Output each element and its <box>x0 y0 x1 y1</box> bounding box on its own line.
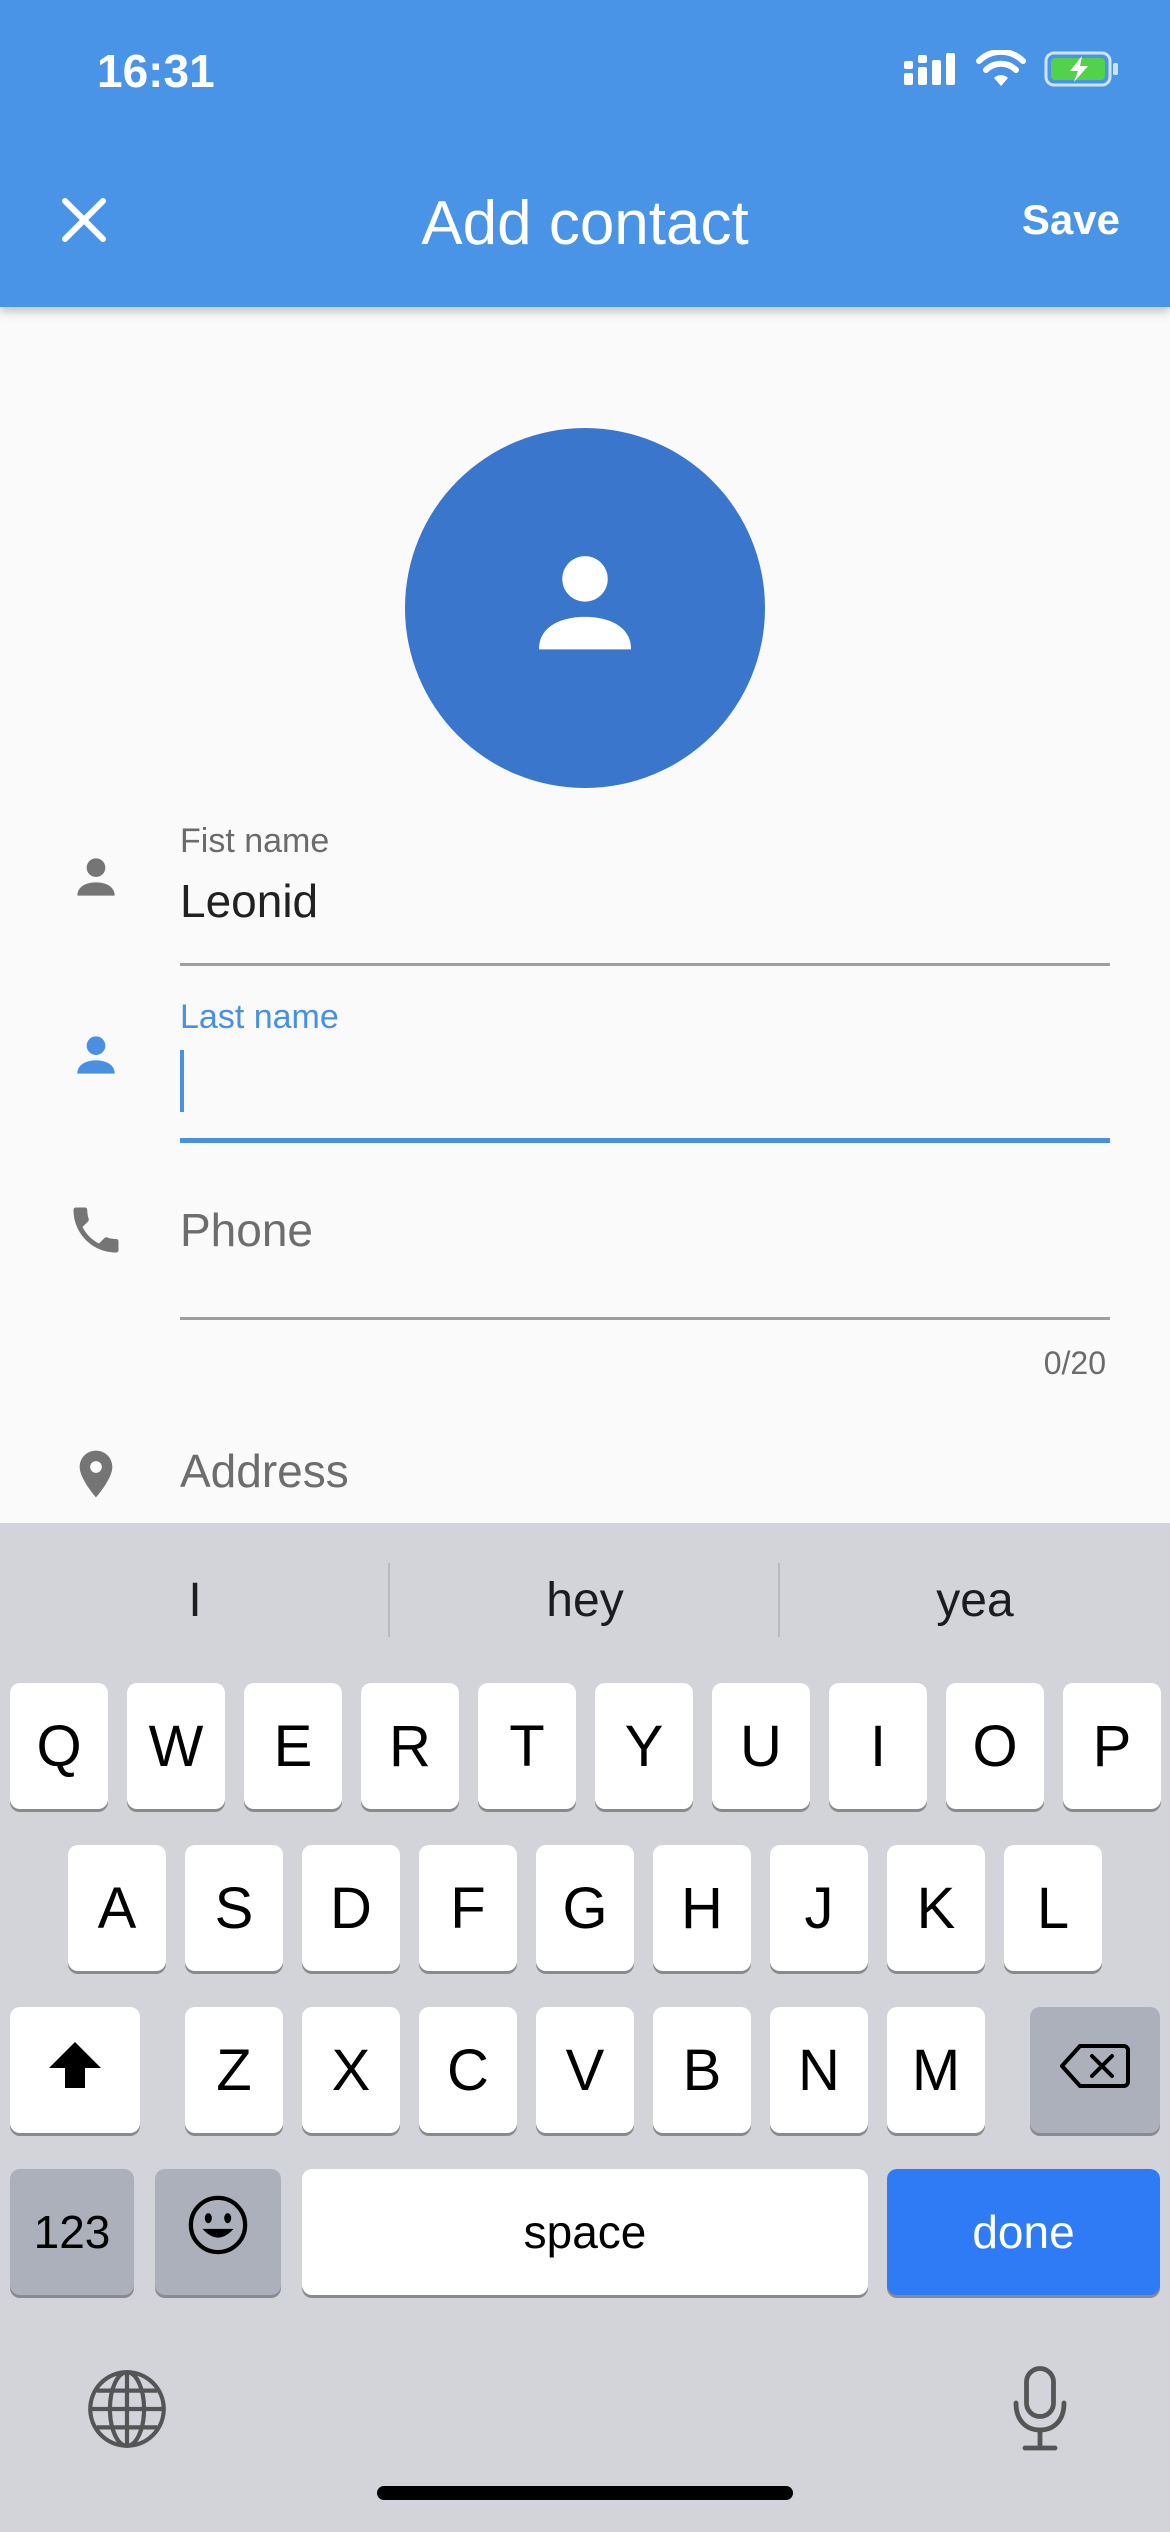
phone-icon <box>64 1198 128 1262</box>
app-bar: 16:31 Add contact Save <box>0 0 1170 307</box>
microphone-icon <box>1010 2364 1070 2459</box>
status-icons <box>902 48 1120 93</box>
key-n[interactable]: N <box>770 2007 868 2133</box>
backspace-icon <box>1060 2037 1130 2104</box>
key-f[interactable]: F <box>419 1845 517 1971</box>
first-name-input[interactable]: Leonid <box>180 874 318 928</box>
key-v[interactable]: V <box>536 2007 634 2133</box>
signal-icon <box>902 51 958 92</box>
suggestion-1[interactable]: I <box>0 1573 390 1628</box>
key-z[interactable]: Z <box>185 2007 283 2133</box>
wifi-icon <box>976 48 1026 93</box>
location-pin-icon <box>64 1442 128 1506</box>
key-m[interactable]: M <box>887 2007 985 2133</box>
emoji-icon <box>187 2194 249 2270</box>
suggestion-2[interactable]: hey <box>390 1573 780 1628</box>
key-t[interactable]: T <box>478 1683 576 1809</box>
save-button[interactable]: Save <box>1022 196 1120 244</box>
key-b[interactable]: B <box>653 2007 751 2133</box>
avatar[interactable] <box>405 428 765 788</box>
page-title: Add contact <box>421 189 749 258</box>
backspace-key[interactable] <box>1030 2007 1160 2133</box>
address-input[interactable]: Address <box>180 1444 349 1498</box>
key-g[interactable]: G <box>536 1845 634 1971</box>
key-o[interactable]: O <box>946 1683 1044 1809</box>
key-s[interactable]: S <box>185 1845 283 1971</box>
globe-icon <box>85 2367 169 2456</box>
suggestion-3[interactable]: yea <box>780 1573 1170 1628</box>
globe-button[interactable] <box>82 2366 172 2456</box>
space-key[interactable]: space <box>302 2169 868 2295</box>
key-a[interactable]: A <box>68 1845 166 1971</box>
key-r[interactable]: R <box>361 1683 459 1809</box>
phone-char-counter: 0/20 <box>1043 1345 1106 1381</box>
key-k[interactable]: K <box>887 1845 985 1971</box>
key-u[interactable]: U <box>712 1683 810 1809</box>
key-h[interactable]: H <box>653 1845 751 1971</box>
key-x[interactable]: X <box>302 2007 400 2133</box>
key-d[interactable]: D <box>302 1845 400 1971</box>
key-q[interactable]: Q <box>10 1683 108 1809</box>
key-j[interactable]: J <box>770 1845 868 1971</box>
home-indicator[interactable] <box>377 2486 793 2500</box>
keyboard: I hey yea Q W E R T Y U I O P A S D F G … <box>0 1523 1170 2532</box>
done-key[interactable]: done <box>887 2169 1160 2295</box>
emoji-key[interactable] <box>155 2169 281 2295</box>
key-w[interactable]: W <box>127 1683 225 1809</box>
last-name-label: Last name <box>180 998 339 1036</box>
first-name-person-icon <box>64 845 128 909</box>
shift-icon <box>47 2037 103 2104</box>
text-caret <box>180 1050 184 1112</box>
key-e[interactable]: E <box>244 1683 342 1809</box>
first-name-underline <box>180 963 1110 966</box>
key-l[interactable]: L <box>1004 1845 1102 1971</box>
battery-charging-icon <box>1044 50 1120 93</box>
last-name-underline <box>180 1138 1110 1143</box>
key-y[interactable]: Y <box>595 1683 693 1809</box>
key-i[interactable]: I <box>829 1683 927 1809</box>
phone-underline <box>180 1317 1110 1320</box>
first-name-label: Fist name <box>180 822 330 860</box>
microphone-button[interactable] <box>995 2363 1085 2459</box>
key-p[interactable]: P <box>1063 1683 1161 1809</box>
numbers-key[interactable]: 123 <box>10 2169 134 2295</box>
key-c[interactable]: C <box>419 2007 517 2133</box>
shift-key[interactable] <box>10 2007 140 2133</box>
last-name-person-icon <box>64 1023 128 1087</box>
phone-input[interactable]: Phone <box>180 1203 313 1257</box>
status-time: 16:31 <box>97 45 215 97</box>
person-icon <box>520 541 650 676</box>
